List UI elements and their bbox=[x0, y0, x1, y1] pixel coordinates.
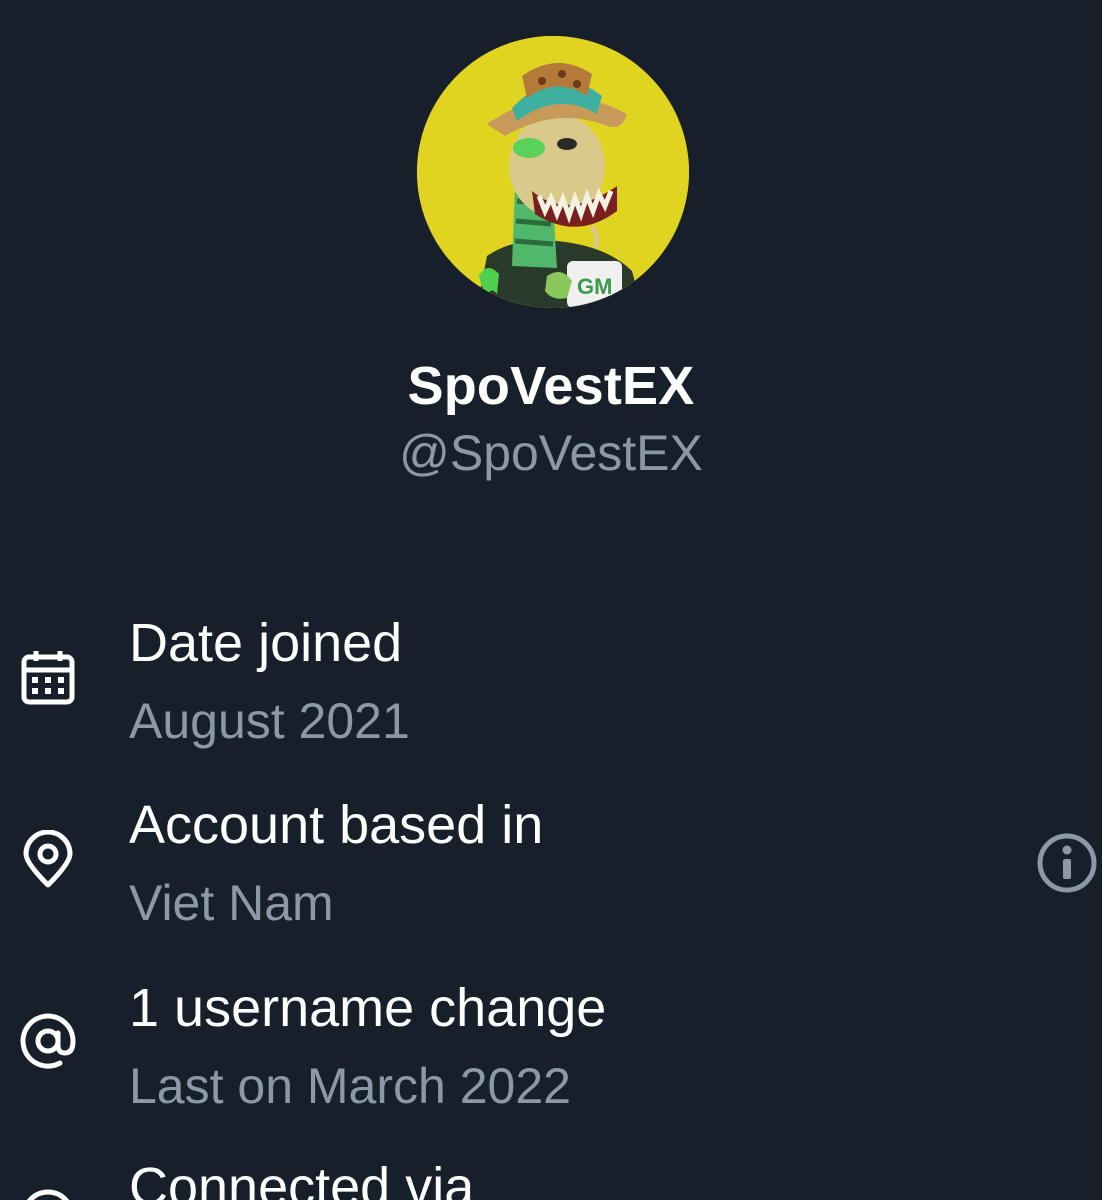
at-sign-icon bbox=[20, 1013, 76, 1069]
account-info-screen: GM SpoVestEX @SpoVestEX Date joined Augu… bbox=[0, 0, 1102, 1200]
profile-avatar[interactable]: GM bbox=[417, 36, 689, 308]
username-handle: @SpoVestEX bbox=[399, 425, 703, 481]
info-row-value: August 2021 bbox=[129, 693, 410, 749]
info-row-value: Viet Nam bbox=[129, 875, 334, 931]
info-row-label: Connected via bbox=[129, 1157, 475, 1200]
info-row-label: 1 username change bbox=[129, 978, 607, 1038]
display-name: SpoVestEX bbox=[407, 356, 695, 416]
info-icon[interactable] bbox=[1036, 832, 1098, 894]
info-row-label: Date joined bbox=[129, 613, 403, 673]
svg-text:GM: GM bbox=[577, 274, 612, 299]
info-row-value: Last on March 2022 bbox=[129, 1058, 571, 1114]
avatar-artwork: GM bbox=[417, 36, 689, 308]
calendar-icon bbox=[21, 651, 75, 705]
info-row-label: Account based in bbox=[129, 795, 544, 855]
location-pin-icon bbox=[23, 830, 73, 888]
connection-icon bbox=[26, 1189, 70, 1200]
